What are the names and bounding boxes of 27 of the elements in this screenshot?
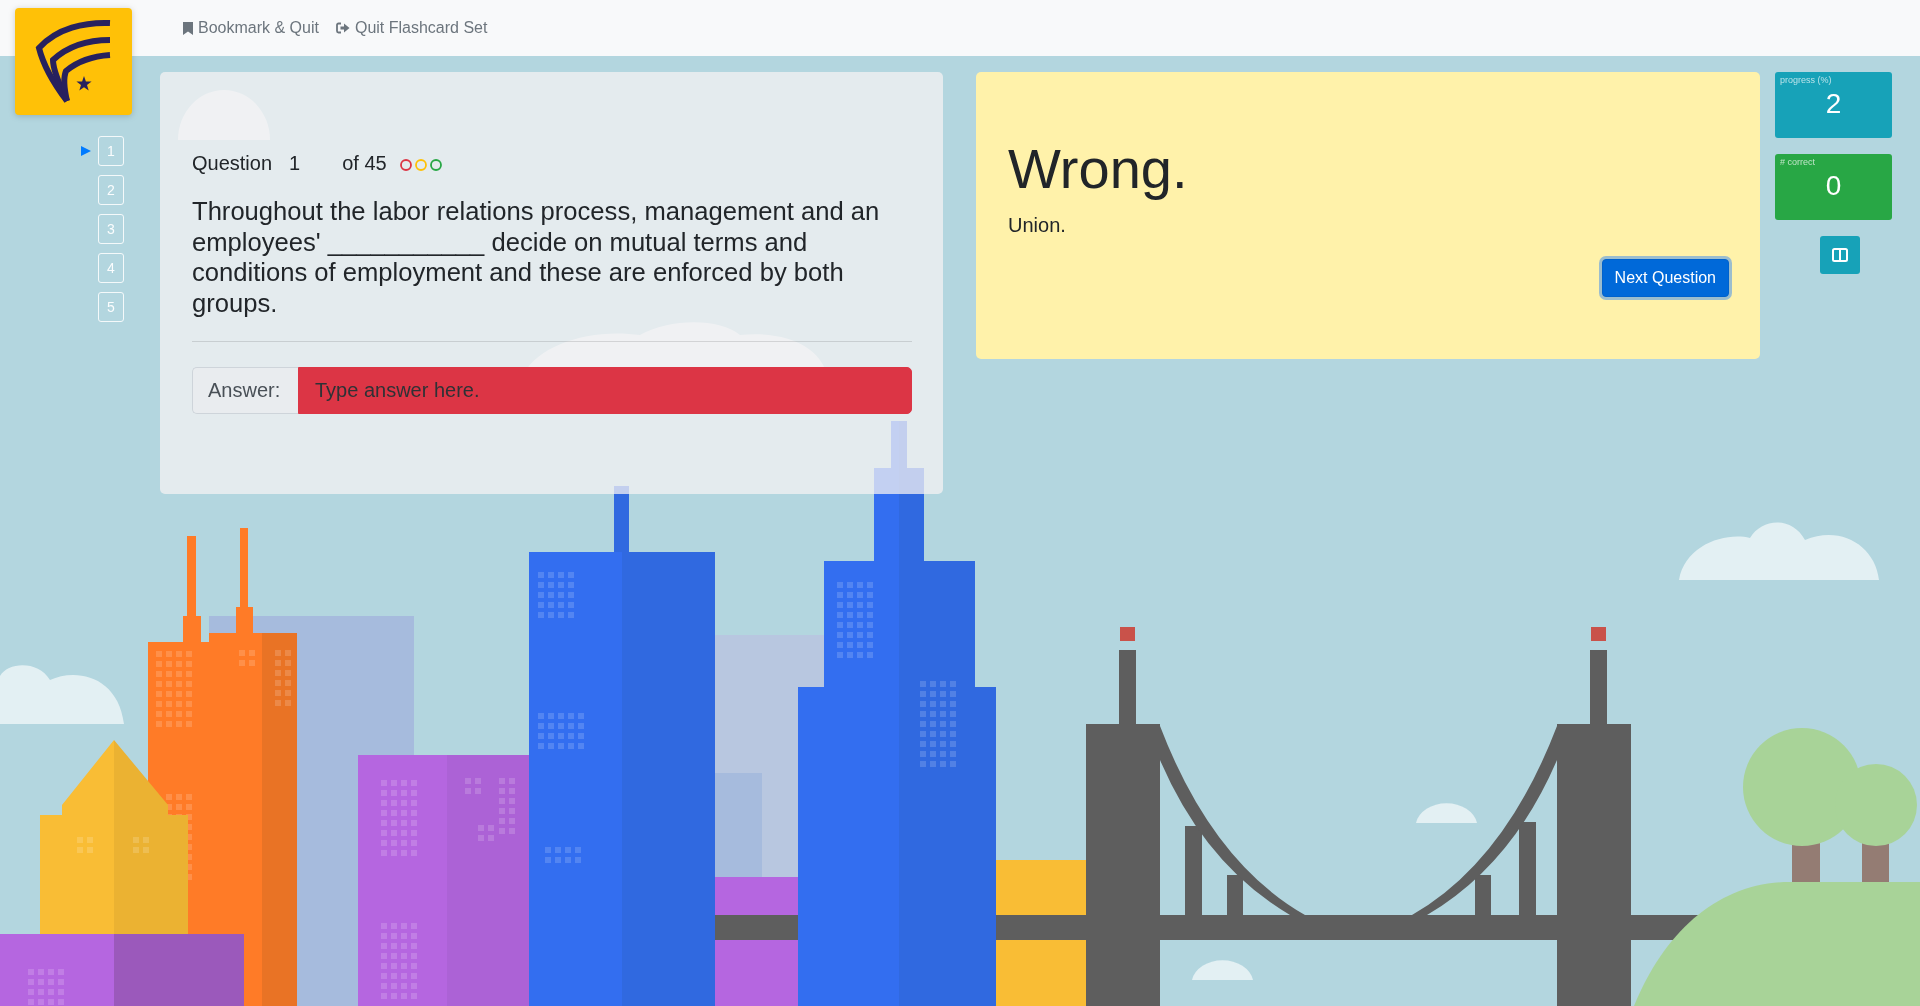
answer-label: Answer: [192, 366, 298, 414]
next-question-button[interactable]: Next Question [1601, 259, 1729, 297]
question-label: Question [192, 151, 273, 175]
question-number-button[interactable]: 5 [98, 292, 124, 322]
columns-icon [1832, 248, 1848, 262]
bookmark-link[interactable]: Bookmark & Quit [183, 19, 319, 37]
stat-label: # correct [1780, 157, 1815, 168]
question-text: Throughout the labor relations process, management and an employees' ___________ decide on mutual terms and conditions of employment and these are enforced by both groups. [192, 196, 881, 319]
question-number-button[interactable]: 1 [98, 136, 124, 166]
stat-label: progress (%) [1780, 75, 1832, 86]
logo[interactable] [15, 8, 132, 115]
answer-input[interactable]: Type answer here. [298, 366, 912, 414]
bookmark-icon [183, 21, 193, 35]
sign-out-icon [335, 22, 350, 34]
question-count: of 45 [342, 151, 387, 175]
correct-answer-text: Union. [1008, 213, 1066, 237]
stat-value: 0 [1825, 169, 1842, 203]
verdict-heading: Wrong. [1008, 136, 1188, 202]
question-number: 1 [289, 151, 301, 175]
quit-link[interactable]: Quit Flashcard Set [335, 19, 488, 37]
cloud [1416, 803, 1477, 823]
layout-toggle-button[interactable] [1820, 236, 1860, 274]
cloud [1192, 960, 1253, 980]
stat-value: 2 [1825, 87, 1842, 121]
question-number-button[interactable]: 4 [98, 253, 124, 283]
question-number-button[interactable]: 2 [98, 175, 124, 205]
question-number-button[interactable]: 3 [98, 214, 124, 244]
